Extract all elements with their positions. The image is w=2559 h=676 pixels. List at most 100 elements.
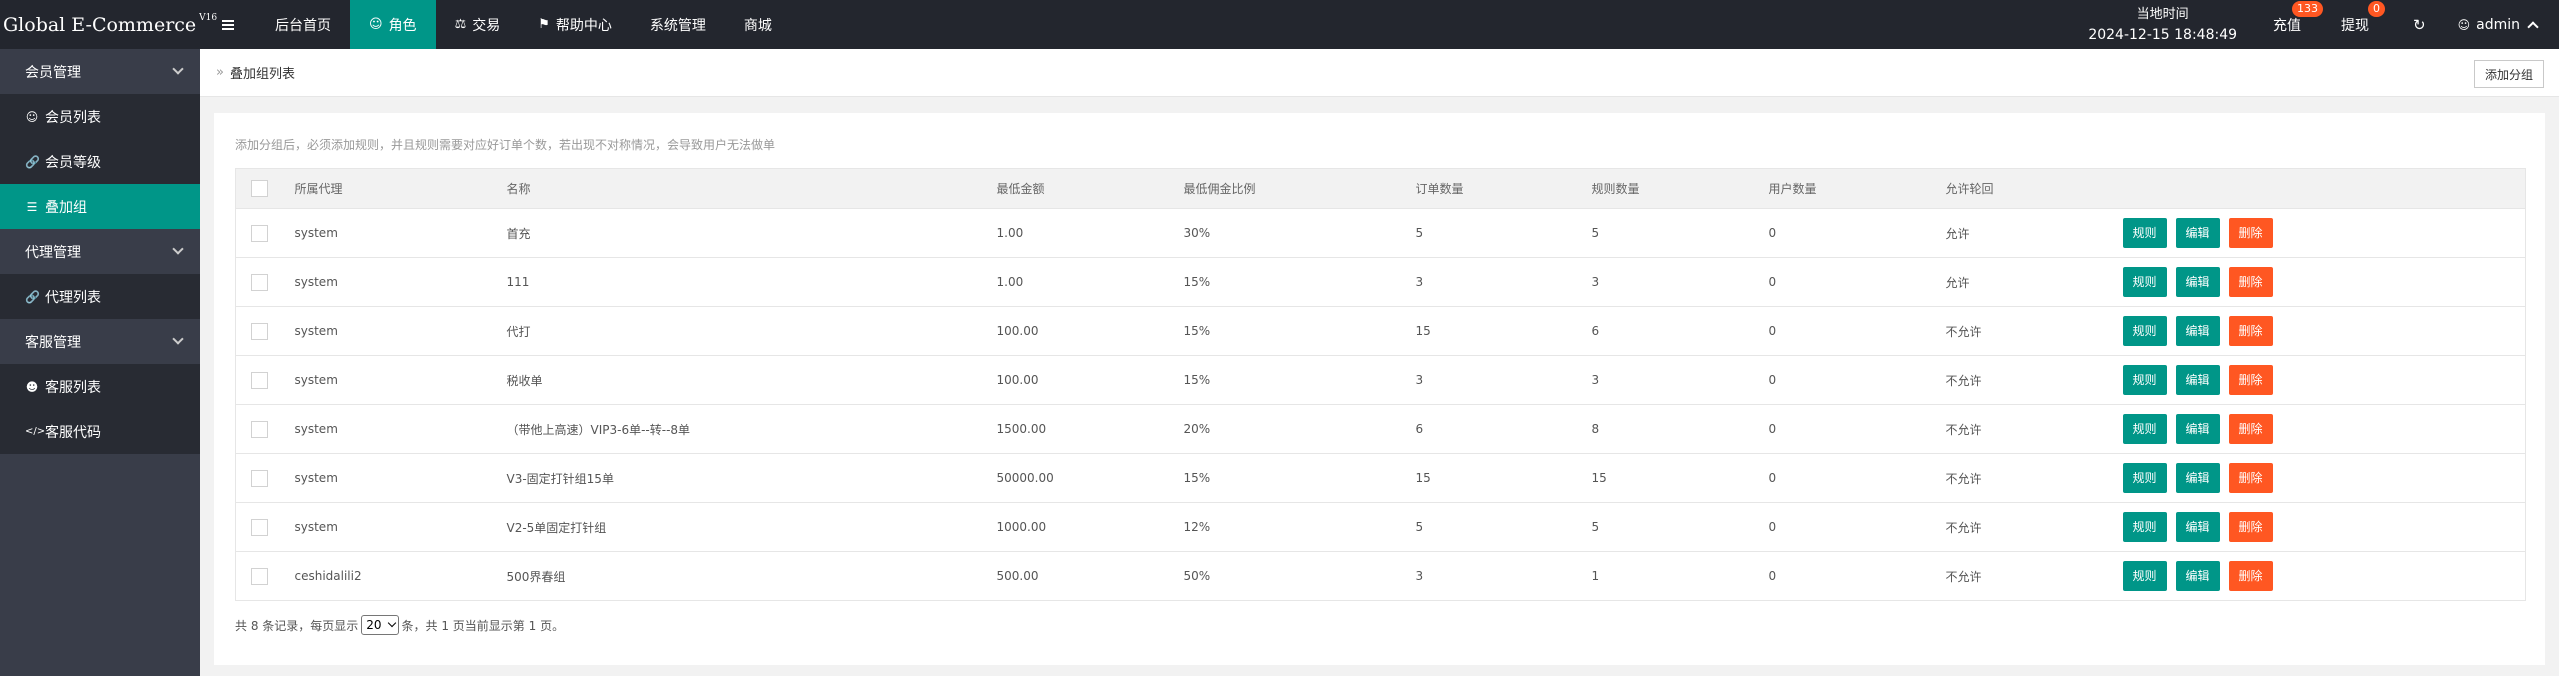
row-checkbox[interactable] (251, 420, 268, 438)
delete-button[interactable]: 删除 (2228, 365, 2273, 395)
table-cell: 0 (1753, 502, 1931, 552)
table-cell: 100.00 (981, 355, 1169, 405)
users-icon: ☻ (25, 379, 39, 394)
user-menu[interactable]: ☺ admin (2442, 0, 2559, 49)
table-cell: 1500.00 (981, 404, 1169, 454)
rules-button[interactable]: 规则 (2122, 316, 2167, 346)
sidebar-item-label: 会员列表 (45, 109, 101, 126)
refresh-icon[interactable]: ↻ (2397, 0, 2442, 49)
nav-trade[interactable]: ⚖ 交易 (436, 0, 520, 49)
table-cell: 20% (1168, 404, 1401, 454)
sidebar-item-member-level[interactable]: 🔗 会员等级 (0, 139, 200, 184)
sidebar-group-label: 会员管理 (25, 64, 81, 81)
nav-mall-label: 商城 (743, 17, 772, 34)
sidebar-item-label: 客服代码 (45, 424, 101, 441)
breadcrumb: » 叠加组列表 添加分组 (200, 49, 2559, 97)
sidebar-item-service-list[interactable]: ☻ 客服列表 (0, 364, 200, 409)
table-cell: 不允许 (1930, 404, 2108, 454)
edit-button[interactable]: 编辑 (2175, 414, 2220, 444)
table-cell: 15% (1168, 453, 1401, 503)
table-cell: 不允许 (1930, 551, 2108, 601)
edit-button[interactable]: 编辑 (2175, 218, 2220, 248)
rules-button[interactable]: 规则 (2122, 463, 2167, 493)
column-header: 名称 (491, 168, 982, 209)
row-actions: 规则 编辑 删除 (2107, 208, 2526, 258)
local-time-label: 当地时间 (2136, 6, 2189, 22)
rules-button[interactable]: 规则 (2122, 512, 2167, 542)
edit-button[interactable]: 编辑 (2175, 512, 2220, 542)
delete-button[interactable]: 删除 (2228, 218, 2273, 248)
pagination: 共 8 条记录，每页显示 20 条，共 1 页当前显示第 1 页。 (235, 615, 564, 635)
table-cell: 6 (1576, 306, 1754, 356)
select-all-checkbox[interactable] (251, 180, 268, 197)
sidebar-group-service[interactable]: 客服管理 (0, 319, 200, 364)
table-cell: 不允许 (1930, 306, 2108, 356)
edit-button[interactable]: 编辑 (2175, 267, 2220, 297)
table-cell: 500.00 (981, 551, 1169, 601)
sidebar-group-members[interactable]: 会员管理 (0, 49, 200, 94)
row-checkbox[interactable] (251, 518, 268, 536)
sidebar-item-stack-group[interactable]: ☰ 叠加组 (0, 184, 200, 229)
nav-role[interactable]: ☺ 角色 (350, 0, 436, 49)
pager-prefix: 共 8 条记录，每页显示 (235, 618, 359, 633)
table-row: system 代打 100.00 15% 15 6 0 不允许 规则 编辑 删除 (235, 306, 2526, 356)
column-header: 所属代理 (279, 168, 492, 209)
sidebar-item-agent-list[interactable]: 🔗 代理列表 (0, 274, 200, 319)
nav-system[interactable]: 系统管理 (631, 0, 725, 49)
sidebar-item-label: 叠加组 (45, 199, 87, 216)
sidebar-item-service-code[interactable]: </> 客服代码 (0, 409, 200, 454)
rules-button[interactable]: 规则 (2122, 561, 2167, 591)
sidebar-item-label: 会员等级 (45, 154, 101, 171)
column-header: 允许轮回 (1930, 168, 2108, 209)
rules-button[interactable]: 规则 (2122, 218, 2167, 248)
row-checkbox[interactable] (251, 322, 268, 340)
table-cell: system (279, 404, 492, 454)
delete-button[interactable]: 删除 (2228, 267, 2273, 297)
row-checkbox[interactable] (251, 273, 268, 291)
edit-button[interactable]: 编辑 (2175, 316, 2220, 346)
edit-button[interactable]: 编辑 (2175, 365, 2220, 395)
table-cell: 1000.00 (981, 502, 1169, 552)
row-checkbox[interactable] (251, 567, 268, 585)
table-row: ceshidalili2 500界春组 500.00 50% 3 1 0 不允许 规则 编辑 删除 (235, 551, 2526, 601)
edit-button[interactable]: 编辑 (2175, 561, 2220, 591)
table-cell: 3 (1576, 355, 1754, 405)
app-logo[interactable]: Global E-Commerce V16 (0, 0, 217, 49)
list-icon: ☰ (26, 199, 38, 214)
row-checkbox[interactable] (251, 371, 268, 389)
sidebar-item-member-list[interactable]: ☺ 会员列表 (0, 94, 200, 139)
delete-button[interactable]: 删除 (2228, 463, 2273, 493)
withdraw-badge: 0 (2368, 1, 2386, 17)
recharge-button[interactable]: 充值 133 (2257, 0, 2325, 49)
withdraw-button[interactable]: 提现 0 (2325, 0, 2397, 49)
row-actions: 规则 编辑 删除 (2107, 551, 2526, 601)
pager-suffix: 条，共 1 页当前显示第 1 页。 (401, 618, 565, 633)
menu-toggle-icon[interactable] (200, 0, 256, 49)
rules-button[interactable]: 规则 (2122, 267, 2167, 297)
delete-button[interactable]: 删除 (2228, 512, 2273, 542)
sidebar-group-agents[interactable]: 代理管理 (0, 229, 200, 274)
table-cell: 15% (1168, 355, 1401, 405)
table-cell: system (279, 257, 492, 307)
link-icon: 🔗 (25, 154, 40, 169)
nav-mall[interactable]: 商城 (725, 0, 791, 49)
delete-button[interactable]: 删除 (2228, 414, 2273, 444)
delete-button[interactable]: 删除 (2228, 561, 2273, 591)
delete-button[interactable]: 删除 (2228, 316, 2273, 346)
rules-button[interactable]: 规则 (2122, 365, 2167, 395)
add-group-button[interactable]: 添加分组 (2473, 60, 2544, 88)
table-cell: system (279, 208, 492, 258)
row-checkbox[interactable] (251, 469, 268, 487)
page-size-select[interactable]: 20 (361, 615, 399, 635)
nav-home[interactable]: 后台首页 (256, 0, 350, 49)
nav-help[interactable]: ⚑ 帮助中心 (519, 0, 631, 49)
table-cell: 允许 (1930, 208, 2108, 258)
edit-button[interactable]: 编辑 (2175, 463, 2220, 493)
table-cell: 1.00 (981, 208, 1169, 258)
nav-home-label: 后台首页 (275, 17, 331, 34)
sidebar-item-label: 客服列表 (45, 379, 101, 396)
nav-trade-label: 交易 (472, 17, 501, 34)
row-checkbox[interactable] (251, 224, 268, 242)
user-icon: ☺ (25, 109, 39, 124)
rules-button[interactable]: 规则 (2122, 414, 2167, 444)
